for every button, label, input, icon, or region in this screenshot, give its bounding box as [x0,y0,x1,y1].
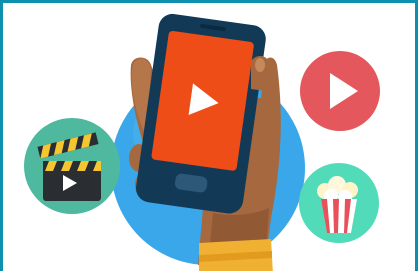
video-streaming-illustration [24,13,380,271]
illustration-frame [0,0,418,271]
popcorn-badge [299,163,379,243]
clapperboard-badge [24,118,120,214]
play-badge [300,51,380,131]
